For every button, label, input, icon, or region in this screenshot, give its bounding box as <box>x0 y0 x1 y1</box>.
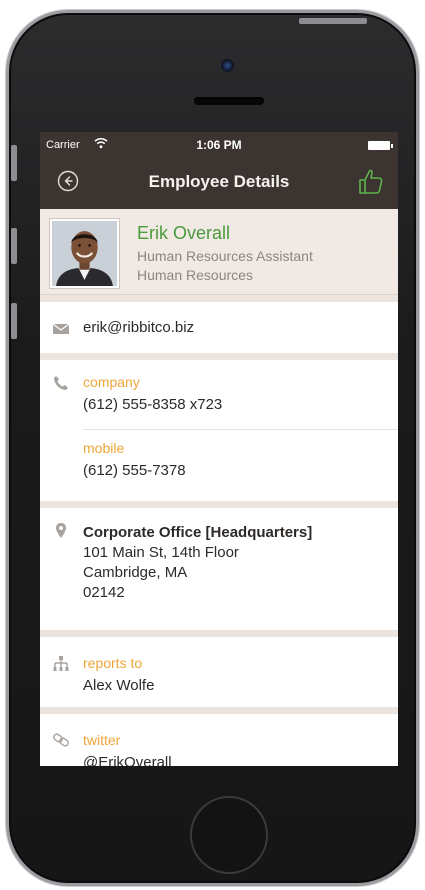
nav-bar: Employee Details <box>40 158 398 209</box>
address-zip: 02142 <box>83 584 125 601</box>
reports-to-name[interactable]: Alex Wolfe <box>83 676 154 695</box>
reports-to-card[interactable]: reports to Alex Wolfe <box>40 637 398 707</box>
volume-down-button <box>11 303 17 339</box>
mail-icon <box>52 323 70 334</box>
phone-icon <box>54 376 68 390</box>
employee-profile: Erik Overall Human Resources Assistant H… <box>40 209 398 295</box>
power-button <box>299 18 367 24</box>
twitter-card[interactable]: twitter @ErikOverall <box>40 714 398 766</box>
page-title: Employee Details <box>148 172 290 191</box>
address-city: Cambridge, MA <box>83 564 188 581</box>
status-bar: Carrier 1:06 PM <box>40 132 398 158</box>
twitter-handle[interactable]: @ErikOverall <box>83 753 172 766</box>
employee-name: Erik Overall <box>137 223 231 243</box>
reports-to-label: reports to <box>83 655 143 671</box>
email-card[interactable]: erik@ribbitco.biz <box>40 302 398 353</box>
address-name: Corporate Office [Headquarters] <box>83 524 313 541</box>
avatar <box>49 218 120 289</box>
home-button[interactable] <box>190 796 268 874</box>
battery-icon <box>368 141 393 150</box>
front-camera <box>221 59 234 72</box>
thumbs-up-icon[interactable] <box>358 167 384 195</box>
top-bar: Carrier 1:06 PM Employee Details <box>40 132 398 209</box>
phone-mobile-number[interactable]: (612) 555-7378 <box>83 461 186 480</box>
email-value[interactable]: erik@ribbitco.biz <box>83 318 194 337</box>
avatar-photo <box>52 221 117 286</box>
phone-card: company (612) 555-8358 x723 mobile (612)… <box>40 360 398 501</box>
employee-department: Human Resources <box>137 267 253 283</box>
mute-switch <box>11 145 17 181</box>
divider <box>83 429 398 430</box>
employee-title: Human Resources Assistant <box>137 248 313 264</box>
status-time: 1:06 PM <box>196 138 242 152</box>
volume-up-button <box>11 228 17 264</box>
phone-company-number[interactable]: (612) 555-8358 x723 <box>83 395 222 414</box>
org-chart-icon <box>53 656 69 671</box>
address-street: 101 Main St, 14th Floor <box>83 544 239 561</box>
phone-company-label: company <box>83 374 140 390</box>
phone-mobile-label: mobile <box>83 440 125 456</box>
address-card[interactable]: Corporate Office [Headquarters] 101 Main… <box>40 508 398 630</box>
twitter-label: twitter <box>83 732 121 748</box>
earpiece-speaker <box>194 97 264 105</box>
link-icon <box>53 733 69 747</box>
app-screen: Carrier 1:06 PM Employee Details Erik Ov… <box>40 132 398 766</box>
location-pin-icon <box>56 523 66 538</box>
